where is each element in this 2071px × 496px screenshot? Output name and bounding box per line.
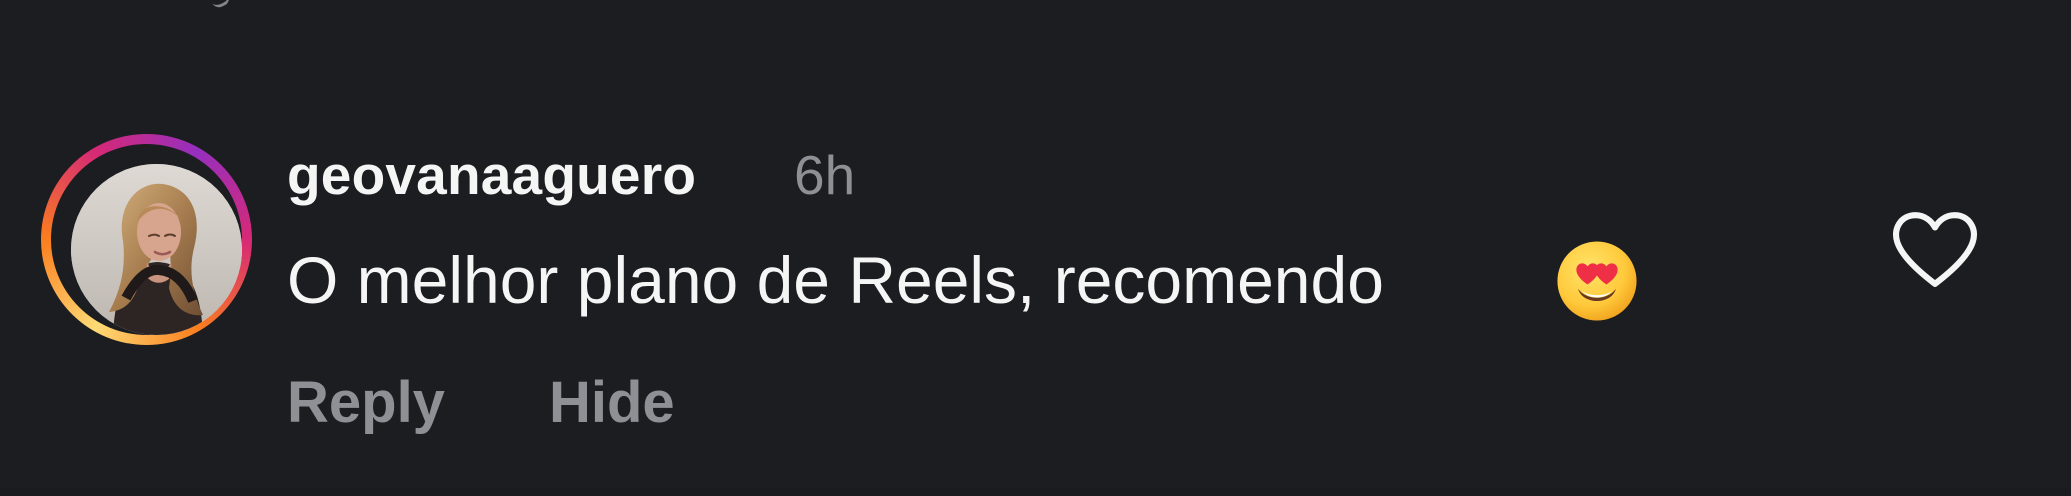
comment-text: O melhor plano de Reels, recomendo xyxy=(287,243,1384,317)
heart-outline-icon[interactable] xyxy=(1888,203,1982,297)
avatar-ring-gap xyxy=(51,144,242,335)
bottom-shadow xyxy=(0,488,2071,496)
comment-screen: geovanaaguero 6h O melhor plano de Reels… xyxy=(0,0,2071,496)
hide-button[interactable]: Hide xyxy=(549,368,675,438)
reply-button[interactable]: Reply xyxy=(287,368,445,438)
avatar xyxy=(71,164,242,335)
avatar-story-ring[interactable] xyxy=(41,134,252,345)
comment-item: geovanaaguero 6h O melhor plano de Reels… xyxy=(0,0,2071,496)
comment-time: 6h xyxy=(794,144,856,206)
username[interactable]: geovanaaguero xyxy=(287,140,696,210)
profile-photo-illustration xyxy=(71,164,242,335)
smiling-face-with-heart-eyes-icon xyxy=(1557,241,1637,321)
